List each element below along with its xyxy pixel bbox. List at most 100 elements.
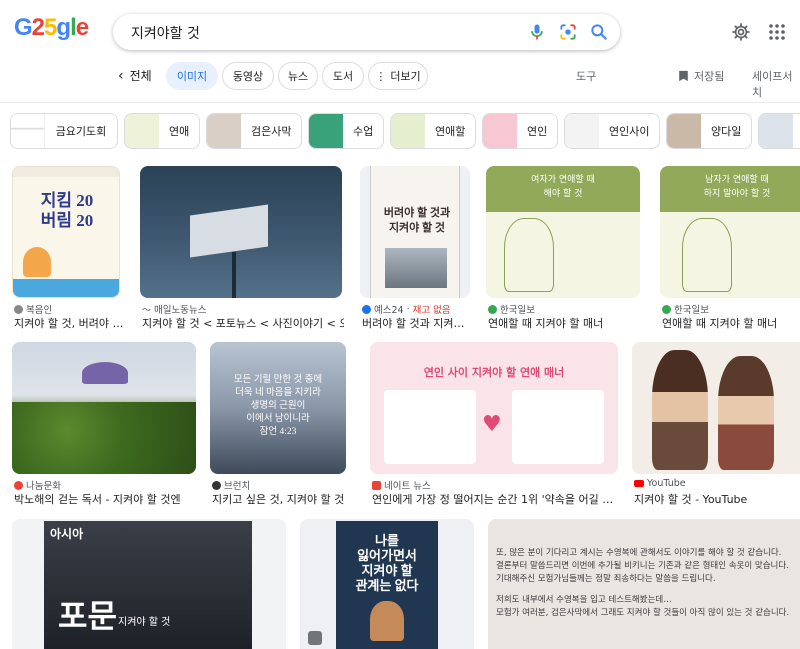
card-title: 남자가 연애할 때 하지 말아야 할 것 xyxy=(703,175,771,199)
billboard xyxy=(190,204,268,258)
image-result[interactable]: 연인 사이 지켜야 할 연애 매너 ♥ 네이트 뉴스 연인에게 가장 정 떨어지… xyxy=(370,342,618,508)
divider xyxy=(0,102,800,103)
apps-icon[interactable] xyxy=(768,23,786,41)
related-thumb xyxy=(565,114,599,148)
tag-icon xyxy=(308,631,322,645)
related-chip[interactable] xyxy=(758,113,800,149)
result-image[interactable]: 연인 사이 지켜야 할 연애 매너 ♥ xyxy=(370,342,618,474)
result-source[interactable]: 예스24 · 재고 없음 xyxy=(362,302,451,316)
result-title[interactable]: 연애할 때 지켜야 할 매너 xyxy=(488,315,642,331)
saved-button[interactable]: 저장됨 xyxy=(678,68,724,84)
related-chip[interactable]: 수업 xyxy=(308,113,384,149)
infographic-left-panel xyxy=(384,390,476,464)
result-image[interactable]: 지킴 20 버림 20 xyxy=(12,166,120,298)
image-result[interactable]: 모든 기릴 만한 것 중에 더욱 네 마음을 지키라 생명의 근원이 이에서 남… xyxy=(210,342,356,508)
favicon-icon xyxy=(212,480,221,490)
card-header: 남자가 연애할 때 하지 말아야 할 것 xyxy=(660,166,800,212)
related-thumb xyxy=(759,114,793,148)
related-thumb xyxy=(391,114,425,148)
related-thumb xyxy=(11,114,45,148)
related-chip[interactable]: 금요기도회 xyxy=(10,113,118,149)
result-image[interactable] xyxy=(12,342,196,474)
tools-button[interactable]: 도구 xyxy=(576,68,596,84)
tab-videos[interactable]: 동영상 xyxy=(222,62,274,90)
search-input[interactable]: 지켜야할 것 xyxy=(131,23,200,43)
result-image[interactable] xyxy=(632,342,800,474)
related-chip[interactable]: 연애할 xyxy=(390,113,476,149)
related-chip[interactable]: 검은사막 xyxy=(206,113,302,149)
favicon-icon xyxy=(372,480,381,490)
result-title[interactable]: 지켜야 할 것 - YouTube xyxy=(634,491,800,507)
related-chip[interactable]: 연인 xyxy=(482,113,558,149)
result-image[interactable]: 여자가 연애할 때 해야 할 것 xyxy=(486,166,640,298)
card-title: 여자가 연애할 때 해야 할 것 xyxy=(531,175,595,199)
result-source[interactable]: 브런치 xyxy=(212,478,250,492)
tab-news[interactable]: 뉴스 xyxy=(278,62,318,90)
result-title[interactable]: 박노해의 걷는 독서 - 지켜야 할 것엔 xyxy=(14,491,198,507)
result-title[interactable]: 버려야 할 것과 지켜… xyxy=(362,315,472,331)
result-source[interactable]: 한국일보 xyxy=(662,302,709,316)
image-result[interactable]: 나눔문화 박노해의 걷는 독서 - 지켜야 할 것엔 xyxy=(12,342,196,508)
poster-subtitle: 지켜야 할 것 xyxy=(118,617,171,628)
result-image[interactable]: 나를 잃어가면서 지켜야 할 관계는 없다 xyxy=(300,519,474,649)
image-result[interactable]: 또, 많은 분이 기다리고 계시는 수영복에 관해서도 이야기를 해야 할 것 … xyxy=(488,519,800,649)
image-result[interactable]: 여자가 연애할 때 해야 할 것 한국일보 연애할 때 지켜야 할 매너 xyxy=(486,166,642,336)
result-image[interactable]: 아시아 포문 지켜야 할 것 xyxy=(12,519,286,649)
related-chip[interactable]: 연애 xyxy=(124,113,200,149)
illustration-figure xyxy=(652,350,708,470)
card-header: 여자가 연애할 때 해야 할 것 xyxy=(486,166,640,212)
image-result[interactable]: YouTube 지켜야 할 것 - YouTube xyxy=(632,342,800,508)
favicon-icon xyxy=(488,304,497,314)
tab-books[interactable]: 도서 xyxy=(322,62,364,90)
result-image[interactable]: 남자가 연애할 때 하지 말아야 할 것 xyxy=(660,166,800,298)
related-chip[interactable]: 양다일 xyxy=(666,113,752,149)
poster: 아시아 포문 지켜야 할 것 xyxy=(44,521,252,649)
book-cover-illustration xyxy=(23,247,51,277)
mic-icon[interactable] xyxy=(527,22,547,42)
related-chip[interactable]: 연인사이 xyxy=(564,113,660,149)
result-title[interactable]: 지키고 싶은 것, 지켜야 할 것 xyxy=(212,491,356,507)
result-source[interactable]: 네이트 뉴스 xyxy=(372,478,431,492)
result-title[interactable]: 연애할 때 지켜야 할 매너 xyxy=(662,315,800,331)
image-result[interactable]: 남자가 연애할 때 하지 말아야 할 것 한국일보 연애할 때 지켜야 할 매너 xyxy=(660,166,800,336)
book-cover-band xyxy=(13,279,119,297)
lens-icon[interactable] xyxy=(558,22,578,42)
result-title[interactable]: 지켜야 할 것 < 포토뉴스 < 사진이야기 < 오… xyxy=(142,315,344,331)
result-source[interactable]: 나눔문화 xyxy=(14,478,61,492)
poster-title: 포문 xyxy=(58,598,117,634)
result-source[interactable]: 복음인 xyxy=(14,302,52,316)
image-result[interactable]: 버려야 할 것과 지켜야 할 것 예스24 · 재고 없음 버려야 할 것과 지… xyxy=(360,166,472,336)
image-result[interactable]: 지킴 20 버림 20 복음인 지켜야 할 것, 버려야 … xyxy=(12,166,126,336)
book-cover-title: 지킴 20 버림 20 xyxy=(40,191,94,230)
result-source[interactable]: YouTube xyxy=(634,478,686,489)
result-image[interactable]: 또, 많은 분이 기다리고 계시는 수영복에 관해서도 이야기를 해야 할 것 … xyxy=(488,519,800,649)
image-result[interactable]: 〜 매일노동뉴스 지켜야 할 것 < 포토뉴스 < 사진이야기 < 오… xyxy=(140,166,344,336)
safesearch-button[interactable]: 세이프서치 xyxy=(752,68,800,100)
search-box[interactable]: 지켜야할 것 xyxy=(113,14,620,50)
result-source[interactable]: 〜 매일노동뉴스 xyxy=(142,302,206,316)
related-thumb xyxy=(125,114,159,148)
result-image[interactable]: 모든 기릴 만한 것 중에 더욱 네 마음을 지키라 생명의 근원이 이에서 남… xyxy=(210,342,346,474)
foliage xyxy=(12,402,196,474)
poster-brand: 아시아 xyxy=(50,527,84,541)
chevron-left-icon: ‹ xyxy=(118,67,124,84)
tab-images[interactable]: 이미지 xyxy=(166,62,218,90)
result-title[interactable]: 지켜야 할 것, 버려야 … xyxy=(14,315,126,331)
result-image[interactable]: 버려야 할 것과 지켜야 할 것 xyxy=(360,166,470,298)
youtube-icon xyxy=(634,480,644,487)
image-result[interactable]: 나를 잃어가면서 지켜야 할 관계는 없다 xyxy=(300,519,474,649)
google-logo[interactable]: G25gle xyxy=(14,14,89,42)
book-cover-illustration xyxy=(385,248,447,288)
book-cover: 나를 잃어가면서 지켜야 할 관계는 없다 xyxy=(336,521,438,649)
book-cover: 버려야 할 것과 지켜야 할 것 xyxy=(370,166,460,298)
result-image[interactable] xyxy=(140,166,342,298)
hat-shape xyxy=(82,362,128,384)
tab-all[interactable]: ‹ 전체 xyxy=(118,67,152,84)
result-title[interactable]: 연인에게 가장 정 떨어지는 순간 1위 '약속을 어길 … xyxy=(372,491,618,507)
search-icon[interactable] xyxy=(589,22,609,42)
gear-icon[interactable] xyxy=(731,22,751,42)
notice-text: 또, 많은 분이 기다리고 계시는 수영복에 관해서도 이야기를 해야 할 것 … xyxy=(496,548,790,618)
image-result[interactable]: 아시아 포문 지켜야 할 것 xyxy=(12,519,286,649)
result-source[interactable]: 한국일보 xyxy=(488,302,535,316)
tab-more[interactable]: ⋮ 더보기 xyxy=(368,62,428,90)
